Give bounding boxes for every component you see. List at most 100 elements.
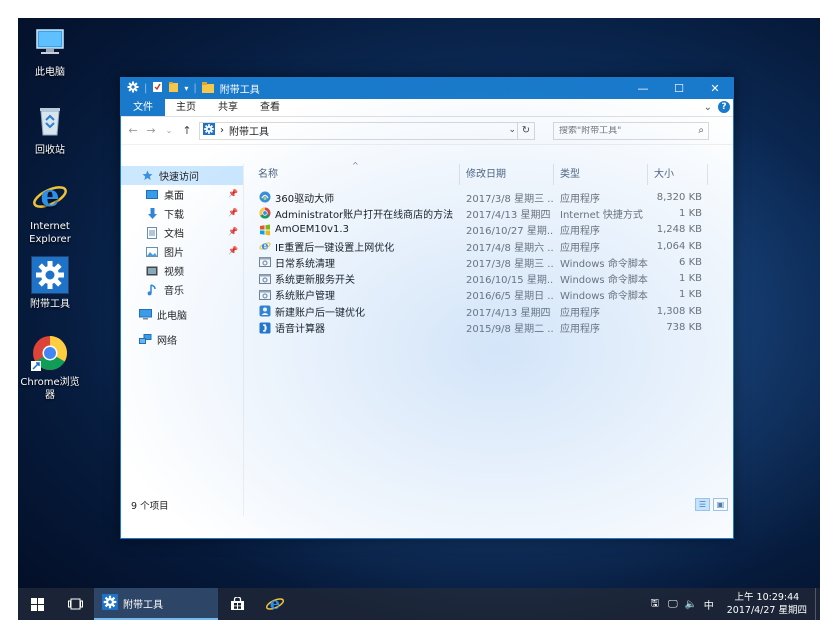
window-title: 附带工具	[219, 85, 260, 96]
file-type: Windows 命令脚本	[560, 291, 648, 303]
nav-videos[interactable]: 视频	[121, 261, 243, 280]
ime-indicator[interactable]: 中	[701, 597, 717, 612]
table-row[interactable]: 系统账户管理 2016/6/5 星期日 ... Windows 命令脚本 1 KB	[244, 287, 733, 303]
nav-music[interactable]: 音乐	[121, 280, 243, 299]
column-date[interactable]: 修改日期	[460, 164, 554, 185]
gear-icon	[31, 256, 69, 294]
file-type: 应用程序	[560, 324, 600, 336]
address-box[interactable]: › 附带工具 ⌄ ↻	[199, 121, 535, 140]
up-button[interactable]: ↑	[181, 124, 193, 137]
item-count: 9 个项目	[131, 501, 169, 512]
file-name-cell: 系统更新服务开关	[244, 271, 460, 286]
volume-icon[interactable]: 🔈	[683, 599, 699, 610]
system-tray: 🖫 🖵 🔈 中 上午 10:29:44 2017/4/27 星期四	[647, 588, 820, 620]
nav-downloads[interactable]: 下载 📌	[121, 204, 243, 223]
search-input[interactable]	[559, 125, 689, 136]
details-view-button[interactable]: ☰	[695, 498, 710, 511]
file-date: 2017/4/13 星期四 ...	[466, 307, 554, 319]
maximize-button[interactable]: ☐	[661, 78, 697, 99]
table-row[interactable]: 360驱动大师 2017/3/8 星期三 ... 应用程序 8,320 KB	[244, 189, 733, 205]
nav-desktop[interactable]: 桌面 📌	[121, 185, 243, 204]
script-icon	[258, 288, 271, 301]
ribbon-expand-icon[interactable]: ⌄	[704, 102, 712, 113]
file-size: 738 KB	[666, 322, 702, 334]
file-date: 2015/9/8 星期二 ...	[466, 324, 554, 336]
show-desktop-button[interactable]	[815, 588, 820, 620]
music-icon	[145, 283, 159, 296]
tab-home[interactable]: 主页	[165, 99, 207, 116]
network-status-icon[interactable]: 🖵	[665, 599, 681, 610]
help-icon[interactable]: ?	[718, 101, 730, 113]
tab-file[interactable]: 文件	[121, 99, 165, 116]
document-icon	[145, 226, 159, 239]
new-folder-icon[interactable]	[168, 81, 179, 96]
ie-icon: e	[258, 240, 271, 253]
forward-button[interactable]: →	[145, 124, 157, 137]
back-button[interactable]: ←	[127, 124, 139, 137]
gear-app-icon	[258, 191, 271, 204]
chevron-down-icon[interactable]: ▾	[184, 84, 188, 93]
file-size: 1,064 KB	[656, 240, 702, 252]
clock[interactable]: 上午 10:29:44 2017/4/27 星期四	[719, 591, 815, 617]
file-type: 应用程序	[560, 226, 600, 238]
table-row[interactable]: 日常系统清理 2017/3/8 星期三 ... Windows 命令脚本 6 KB	[244, 254, 733, 270]
nav-this-pc[interactable]: 此电脑	[121, 305, 243, 324]
file-name-cell: 日常系统清理	[244, 255, 460, 270]
file-date: 2017/4/8 星期六 ...	[466, 242, 554, 254]
table-row[interactable]: 新建账户后一键优化 2017/4/13 星期四 ... 应用程序 1,308 KB	[244, 303, 733, 319]
address-dropdown-icon[interactable]: ⌄	[508, 125, 516, 135]
desktop-icon-this-pc[interactable]: 此电脑	[18, 24, 82, 79]
desktop-icon-tools[interactable]: 附带工具	[18, 256, 82, 311]
nav-documents[interactable]: 文档 📌	[121, 223, 243, 242]
taskbar-store-button[interactable]	[218, 588, 256, 620]
usb-icon[interactable]: 🖫	[647, 596, 663, 613]
explorer-window[interactable]: | ▾ | 附带工具 — ☐ ✕ 文件 主页 共享 查看 ⌄ ? ← → ⌄ ↑…	[120, 77, 734, 539]
address-gear-icon	[203, 123, 215, 138]
properties-icon[interactable]	[152, 81, 163, 96]
desktop-icon-chrome[interactable]: Chrome浏览器	[18, 334, 82, 402]
navigation-pane: 快速访问 桌面 📌 下载 📌 文档 📌 图片 📌 视频 音乐 此电脑 网络	[121, 164, 244, 516]
table-row[interactable]: 系统更新服务开关 2016/10/15 星期... Windows 命令脚本 1 KB	[244, 270, 733, 286]
sort-ascending-icon: ^	[352, 161, 359, 170]
file-date: 2017/3/8 星期三 ...	[466, 258, 554, 270]
gear-icon	[102, 593, 118, 613]
file-name-cell: 系统账户管理	[244, 287, 460, 302]
task-view-icon	[67, 598, 83, 610]
file-size: 1 KB	[679, 207, 702, 219]
tab-share[interactable]: 共享	[207, 99, 249, 116]
close-button[interactable]: ✕	[697, 78, 733, 99]
nav-quick-access[interactable]: 快速访问	[121, 166, 243, 185]
nav-network[interactable]: 网络	[121, 330, 243, 349]
pin-icon: 📌	[228, 208, 238, 217]
table-row[interactable]: e IE重置后一键设置上网优化 2017/4/8 星期六 ... 应用程序 1,064 …	[244, 238, 733, 254]
desktop: 此电脑 回收站 e Internet Explorer 附带工具 Chrome浏…	[18, 18, 820, 620]
task-view-button[interactable]	[56, 588, 94, 620]
large-icons-view-button[interactable]: ▣	[713, 498, 728, 511]
calculator-icon	[258, 321, 271, 334]
start-button[interactable]	[18, 588, 56, 620]
minimize-button[interactable]: —	[625, 78, 661, 99]
desktop-icon-label: Chrome浏览器	[20, 377, 80, 401]
file-date: 2016/10/27 星期...	[466, 226, 554, 238]
user-app-icon	[258, 305, 271, 318]
search-box[interactable]: ⌕	[553, 121, 709, 140]
table-row[interactable]: AmOEM10v1.3 2016/10/27 星期... 应用程序 1,248 KB	[244, 222, 733, 238]
column-type[interactable]: 类型	[554, 164, 648, 185]
desktop-icon-recycle-bin[interactable]: 回收站	[18, 102, 82, 157]
chrome-icon	[31, 334, 69, 372]
refresh-button[interactable]: ↻	[517, 122, 534, 139]
quick-access-toolbar: | ▾ |	[121, 81, 214, 96]
breadcrumb-current[interactable]: 附带工具	[229, 123, 269, 138]
taskbar-app-tools[interactable]: 附带工具	[94, 588, 218, 620]
tab-view[interactable]: 查看	[249, 99, 291, 116]
taskbar-ie-button[interactable]: e	[256, 588, 294, 620]
ie-icon: e	[265, 594, 285, 613]
column-size[interactable]: 大小	[648, 164, 708, 185]
table-row[interactable]: Administrator账户打开在线商店的方法 2017/4/13 星期四 ..…	[244, 205, 733, 221]
desktop-icon-internet-explorer[interactable]: e Internet Explorer	[18, 178, 82, 246]
title-bar[interactable]: | ▾ | 附带工具 — ☐ ✕	[121, 78, 733, 99]
recent-locations-button[interactable]: ⌄	[163, 126, 175, 135]
table-row[interactable]: 语音计算器 2015/9/8 星期二 ... 应用程序 738 KB	[244, 319, 733, 335]
nav-pictures[interactable]: 图片 📌	[121, 242, 243, 261]
svg-text:e: e	[261, 240, 268, 252]
